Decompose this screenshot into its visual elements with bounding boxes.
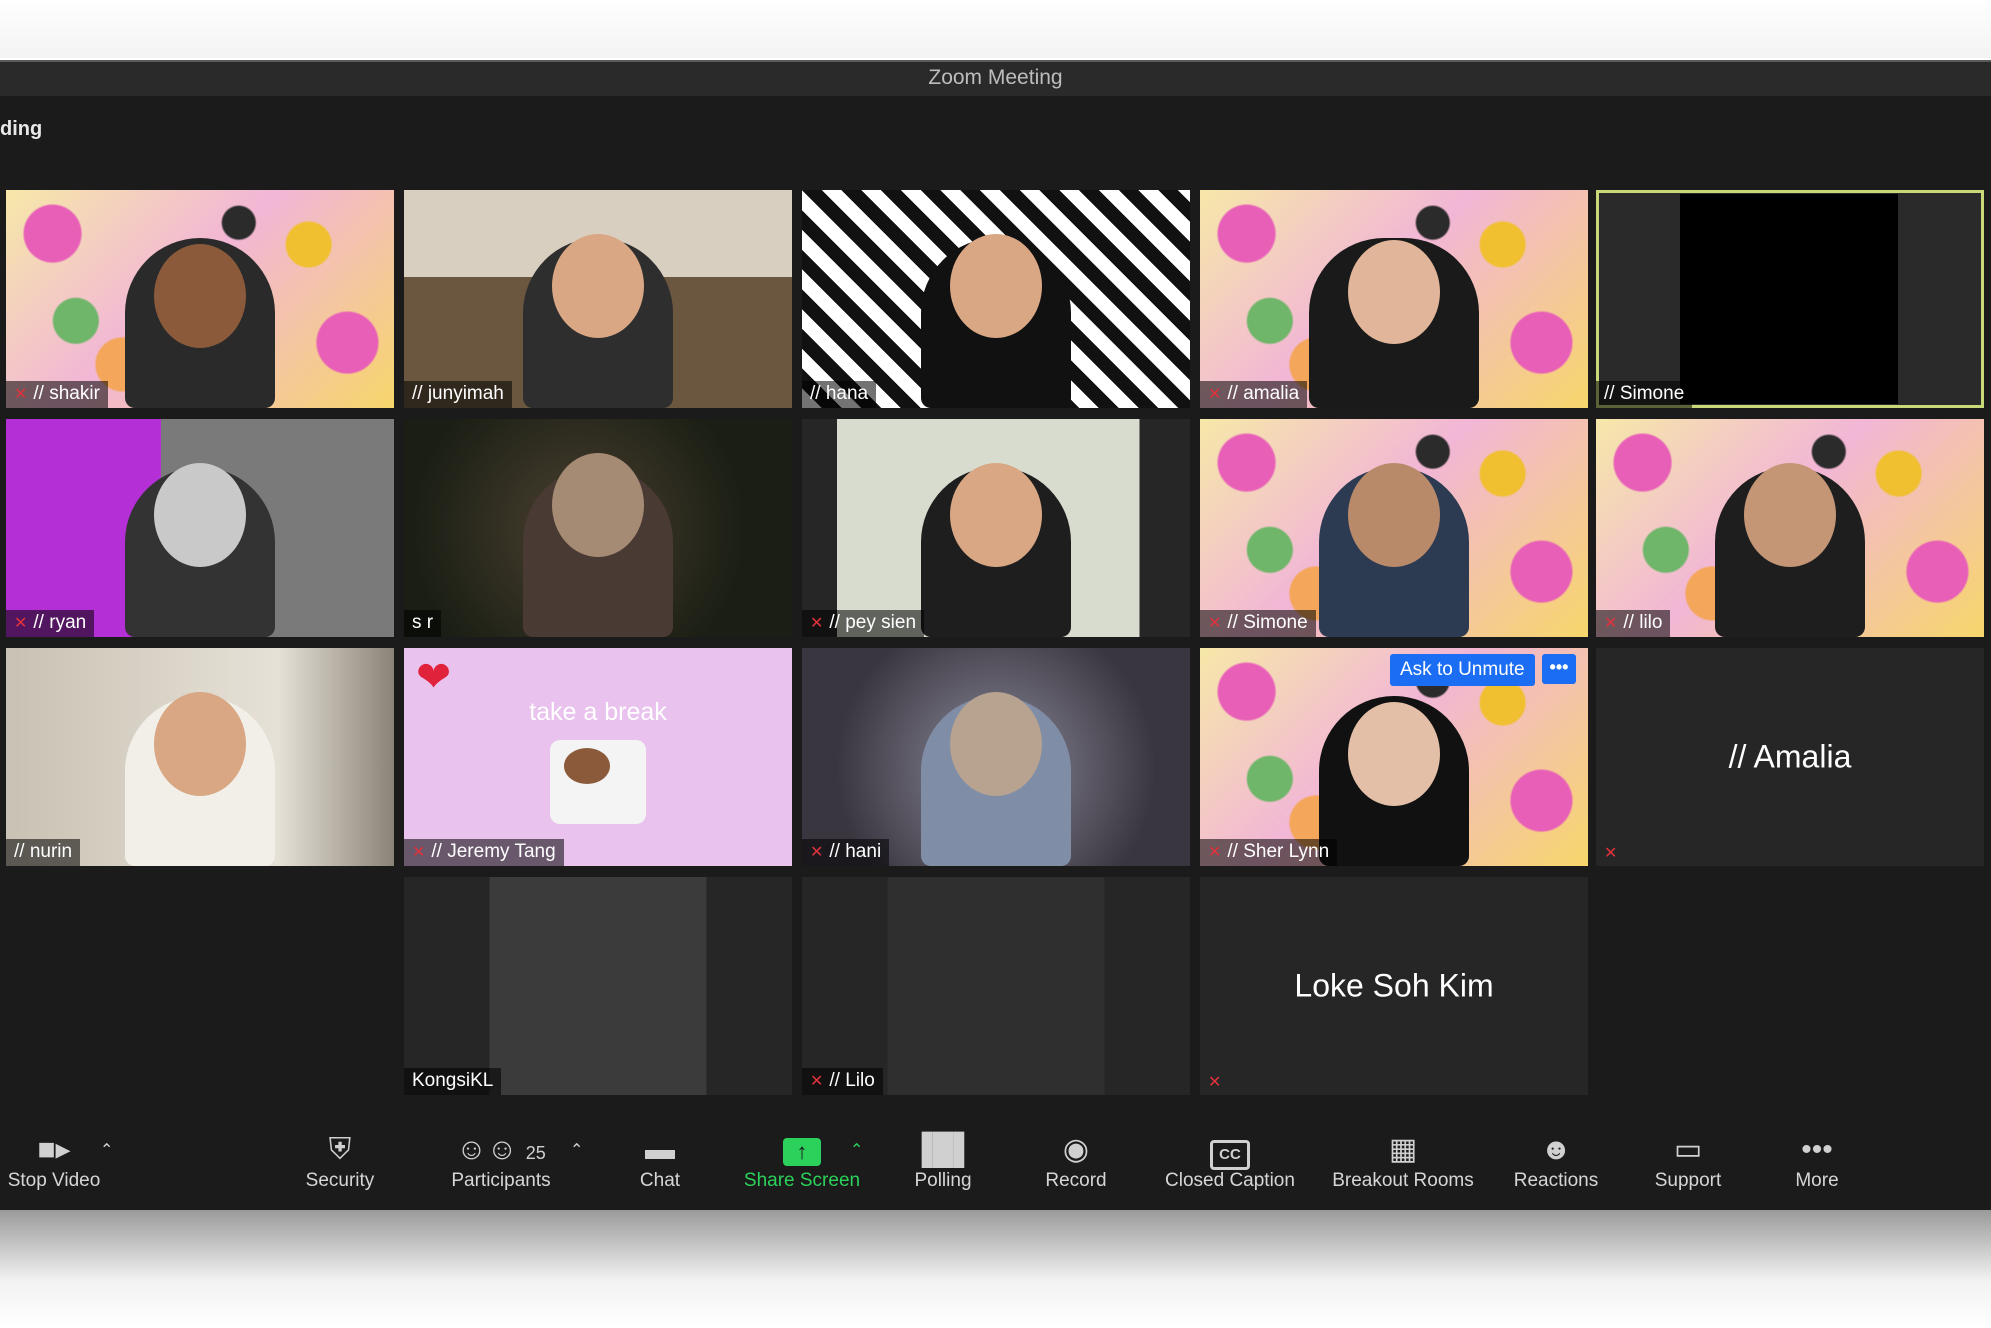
- participant-display-name: // Amalia: [1728, 738, 1852, 775]
- video-camera-icon: ■▸: [37, 1133, 71, 1166]
- participant-name: ✕// pey sien: [802, 610, 925, 637]
- mic-off-icon: ✕: [1208, 615, 1222, 632]
- mic-off-icon: ✕: [810, 1073, 824, 1090]
- video-tile-hani[interactable]: ✕// hani: [802, 648, 1190, 866]
- video-tile-amalia-2[interactable]: // Amalia ✕: [1596, 648, 1984, 866]
- bar-chart-icon: ▐█▌: [911, 1133, 975, 1166]
- mic-off-icon: ✕: [1604, 615, 1618, 632]
- recording-label: ding: [0, 118, 43, 140]
- ellipsis-icon: •••: [1801, 1133, 1833, 1166]
- participant-name: ✕// Lilo: [802, 1068, 883, 1095]
- smiley-icon: ☻: [1540, 1133, 1572, 1166]
- video-tile-simone-active[interactable]: // Simone: [1596, 190, 1984, 408]
- video-tile-lilo[interactable]: ✕// lilo: [1596, 419, 1984, 637]
- share-screen-button[interactable]: ↑ Share Screen: [740, 1130, 864, 1192]
- video-tile-amalia[interactable]: ✕// amalia: [1200, 190, 1588, 408]
- video-tile-shakir[interactable]: ✕// shakir: [6, 190, 394, 408]
- video-tile-nurin[interactable]: // nurin: [6, 648, 394, 866]
- participant-name: ✕// hani: [802, 839, 890, 866]
- participant-name: // nurin: [6, 839, 81, 866]
- mic-off-icon: ✕: [14, 386, 28, 403]
- stop-video-button[interactable]: ■▸ Stop Video: [4, 1130, 104, 1192]
- people-icon: ☺☺ 25: [456, 1133, 546, 1166]
- bottom-fade: [0, 1210, 1991, 1328]
- video-tile-hana[interactable]: // hana: [802, 190, 1190, 408]
- video-tile-ryan[interactable]: ✕// ryan: [6, 419, 394, 637]
- mic-off-icon: ✕: [412, 844, 426, 861]
- ask-to-unmute-button[interactable]: Ask to Unmute: [1390, 654, 1535, 686]
- mic-off-icon: ✕: [810, 844, 824, 861]
- polling-button[interactable]: ▐█▌ Polling: [898, 1130, 988, 1192]
- video-tile-sr[interactable]: s r: [404, 419, 792, 637]
- cc-icon: CC: [1156, 1130, 1304, 1170]
- participant-name: ✕// Jeremy Tang: [404, 839, 564, 866]
- participant-display-name: Loke Soh Kim: [1294, 967, 1494, 1004]
- chat-bubble-icon: ▬: [645, 1133, 675, 1166]
- record-button[interactable]: ◉ Record: [1036, 1130, 1116, 1192]
- video-tile-pey-sien[interactable]: ✕// pey sien: [802, 419, 1190, 637]
- video-tile-lilo-2[interactable]: ✕// Lilo: [802, 877, 1190, 1095]
- meeting-toolbar: ■▸ Stop Video ⌃ ⛨ Security ☺☺ 25 Partici…: [0, 1124, 1991, 1208]
- support-button[interactable]: ▭ Support: [1640, 1130, 1736, 1192]
- participants-count: 25: [525, 1143, 546, 1163]
- participant-mute-indicator: ✕: [1200, 1070, 1229, 1095]
- participant-name: ✕// Sher Lynn: [1200, 839, 1338, 866]
- cast-icon: ▭: [1673, 1133, 1703, 1166]
- participant-name: ✕// lilo: [1596, 610, 1671, 637]
- video-tile-kongsikl[interactable]: KongsiKL: [404, 877, 792, 1095]
- grid-icon: ▦: [1388, 1133, 1418, 1166]
- participant-name: // junyimah: [404, 381, 512, 408]
- mic-off-icon: ✕: [810, 615, 824, 632]
- participant-name: ✕// amalia: [1200, 381, 1308, 408]
- participant-name: // hana: [802, 381, 877, 408]
- share-arrow-icon: ↑: [740, 1130, 864, 1170]
- participant-name: ✕// ryan: [6, 610, 95, 637]
- video-tile-jeremy-tang[interactable]: ❤ take a break ✕// Jeremy Tang: [404, 648, 792, 866]
- cat-image: [550, 740, 646, 824]
- mic-off-icon: ✕: [1604, 845, 1618, 862]
- participant-name: // Simone: [1596, 381, 1693, 408]
- heart-icon: ❤: [416, 653, 452, 700]
- window-title: Zoom Meeting: [0, 60, 1991, 96]
- more-button[interactable]: ••• More: [1774, 1130, 1860, 1192]
- record-icon: ◉: [1062, 1133, 1090, 1166]
- mic-off-icon: ✕: [1208, 844, 1222, 861]
- video-tile-junyimah[interactable]: // junyimah: [404, 190, 792, 408]
- breakout-rooms-button[interactable]: ▦ Breakout Rooms: [1326, 1130, 1480, 1192]
- participant-mute-indicator: ✕: [1596, 841, 1625, 866]
- participant-name: KongsiKL: [404, 1068, 502, 1095]
- take-a-break-text: take a break: [529, 698, 667, 726]
- mic-off-icon: ✕: [1208, 386, 1222, 403]
- video-tile-loke-soh-kim[interactable]: Loke Soh Kim ✕: [1200, 877, 1588, 1095]
- closed-caption-button[interactable]: CC Closed Caption: [1156, 1130, 1304, 1192]
- top-fade: [0, 0, 1991, 58]
- participant-name: ✕// Simone: [1200, 610, 1316, 637]
- participant-name: ✕// shakir: [6, 381, 108, 408]
- security-button[interactable]: ⛨ Security: [290, 1130, 390, 1192]
- tile-more-options-button[interactable]: •••: [1542, 654, 1576, 684]
- share-options-caret[interactable]: ⌃: [850, 1140, 863, 1160]
- participants-button[interactable]: ☺☺ 25 Participants: [446, 1130, 556, 1192]
- reactions-button[interactable]: ☻ Reactions: [1504, 1130, 1608, 1192]
- participants-options-caret[interactable]: ⌃: [570, 1140, 583, 1160]
- zoom-window: Zoom Meeting ding ✕// shakir // junyimah…: [0, 60, 1991, 1210]
- mic-off-icon: ✕: [14, 615, 28, 632]
- mic-off-icon: ✕: [1208, 1074, 1222, 1091]
- video-options-caret[interactable]: ⌃: [100, 1140, 113, 1160]
- video-tile-simone-2[interactable]: ✕// Simone: [1200, 419, 1588, 637]
- chat-button[interactable]: ▬ Chat: [620, 1130, 700, 1192]
- participant-name: s r: [404, 610, 442, 637]
- video-tile-sher-lynn[interactable]: Ask to Unmute ••• ✕// Sher Lynn: [1200, 648, 1588, 866]
- shield-icon: ⛨: [328, 1133, 352, 1166]
